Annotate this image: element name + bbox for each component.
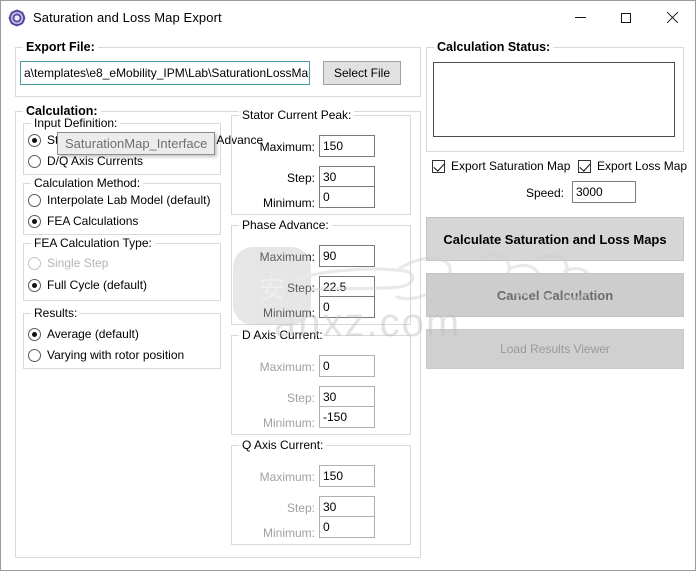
d-axis-maximum-label: Maximum: [259,360,315,374]
stator-maximum-input[interactable]: 150 [319,135,375,157]
window-title: Saturation and Loss Map Export [33,10,222,25]
application-window: Saturation and Loss Map Export Export Fi… [0,0,696,571]
radio-fea-calculations[interactable]: FEA Calculations [28,214,138,228]
calculate-saturation-loss-maps-button[interactable]: Calculate Saturation and Loss Maps [426,217,684,261]
d-axis-maximum-input[interactable]: 0 [319,355,375,377]
export-file-group-title: Export File: [23,40,98,54]
calculation-status-log[interactable] [433,62,675,137]
calculation-status-title: Calculation Status: [434,40,554,54]
radio-dot-icon [28,348,41,362]
phase-step-label: Step: [286,281,315,295]
close-icon [666,12,678,24]
radio-label: Interpolate Lab Model (default) [47,193,211,207]
q-axis-minimum-label: Minimum: [262,526,315,540]
stator-minimum-input[interactable]: 0 [319,186,375,208]
d-axis-minimum-label: Minimum: [262,416,315,430]
radio-dot-icon [28,256,41,270]
export-file-path-input[interactable]: a\templates\e8_eMobility_IPM\Lab\Saturat… [20,61,310,85]
maximize-button[interactable] [603,1,649,34]
checkbox-export-saturation-map[interactable]: Export Saturation Map [432,159,570,173]
d-axis-step-label: Step: [286,391,315,405]
radio-dq-axis-currents[interactable]: D/Q Axis Currents [28,154,143,168]
radio-label: Average (default) [47,327,139,341]
select-file-button[interactable]: Select File [323,61,401,85]
q-axis-current-title: Q Axis Current: [239,438,327,452]
stator-step-label: Step: [286,171,315,185]
radio-dot-icon [28,133,41,147]
calculation-method-title: Calculation Method: [31,176,144,190]
motor-gear-icon-spokes [8,9,26,26]
radio-full-cycle[interactable]: Full Cycle (default) [28,278,147,292]
checkmark-icon [432,159,445,173]
phase-minimum-label: Minimum: [262,306,315,320]
radio-dot-icon [28,278,41,292]
tooltip-saturationmap-interface: SaturationMap_Interface [57,132,216,155]
radio-average[interactable]: Average (default) [28,327,139,341]
radio-label: Varying with rotor position [47,348,185,362]
q-axis-maximum-label: Maximum: [259,470,315,484]
phase-maximum-label: Maximum: [259,250,315,264]
radio-dot-icon [28,327,41,341]
radio-label: D/Q Axis Currents [47,154,144,168]
speed-label: Speed: [525,186,564,200]
d-axis-current-title: D Axis Current: [239,328,326,342]
q-axis-maximum-input[interactable]: 150 [319,465,375,487]
phase-advance-title: Phase Advance: [239,218,332,232]
phase-step-input[interactable]: 22.5 [319,276,375,298]
radio-label: FEA Calculations [47,214,139,228]
checkbox-label: Export Saturation Map [451,159,571,173]
cancel-calculation-button[interactable]: Cancel Calculation [426,273,684,317]
fea-calculation-type-title: FEA Calculation Type: [31,236,155,250]
minimize-button[interactable] [557,1,603,34]
stator-maximum-label: Maximum: [259,140,315,154]
close-button[interactable] [649,1,695,34]
radio-label: Full Cycle (default) [47,278,148,292]
radio-dot-icon [28,154,41,168]
window-controls [557,1,695,34]
phase-maximum-input[interactable]: 90 [319,245,375,267]
radio-varying-with-rotor-position[interactable]: Varying with rotor position [28,348,184,362]
radio-interpolate-lab-model[interactable]: Interpolate Lab Model (default) [28,193,210,207]
fea-calculation-type-group: FEA Calculation Type: [23,236,221,301]
checkbox-label: Export Loss Map [597,159,688,173]
input-definition-title: Input Definition: [31,116,121,130]
motor-gear-icon [8,9,26,27]
stator-minimum-label: Minimum: [262,196,315,210]
stator-step-input[interactable]: 30 [319,166,375,188]
checkmark-icon [578,159,591,173]
q-axis-minimum-input[interactable]: 0 [319,516,375,538]
stator-current-peak-title: Stator Current Peak: [239,108,355,122]
maximize-icon [621,12,631,23]
radio-label: Single Step [47,256,109,270]
q-axis-step-label: Step: [286,501,315,515]
title-bar: Saturation and Loss Map Export [1,1,695,34]
d-axis-step-input[interactable]: 30 [319,386,375,408]
checkbox-export-loss-map[interactable]: Export Loss Map [578,159,687,173]
radio-single-step[interactable]: Single Step [28,256,108,270]
results-title: Results: [31,306,81,320]
q-axis-step-input[interactable]: 30 [319,496,375,518]
minimize-icon [574,17,586,18]
phase-minimum-input[interactable]: 0 [319,296,375,318]
speed-input[interactable]: 3000 [572,181,636,203]
d-axis-minimum-input[interactable]: -150 [319,406,375,428]
radio-dot-icon [28,214,41,228]
radio-dot-icon [28,193,41,207]
load-results-viewer-button[interactable]: Load Results Viewer [426,329,684,369]
